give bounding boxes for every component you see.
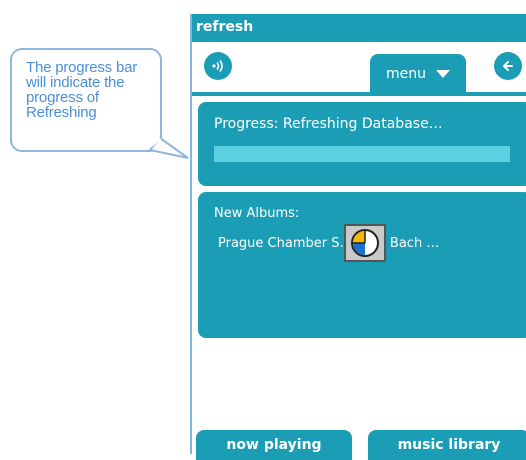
new-albums-panel: New Albums: Prague Chamber S… - J.S. Bac… bbox=[198, 192, 526, 338]
sound-button[interactable] bbox=[204, 52, 232, 80]
busy-clock-icon bbox=[351, 229, 379, 257]
progress-bar bbox=[214, 146, 510, 162]
progress-label: Progress: Refreshing Database… bbox=[214, 116, 443, 132]
music-library-button[interactable]: music library bbox=[368, 430, 526, 460]
menu-label: menu bbox=[386, 66, 426, 82]
app-window: refresh menu Progress: Refreshing Databa… bbox=[190, 14, 526, 460]
albums-heading: New Albums: bbox=[214, 206, 300, 221]
sound-icon bbox=[212, 60, 223, 72]
busy-indicator bbox=[344, 224, 386, 262]
list-item[interactable]: Prague Chamber S… - J.S. Bach … bbox=[218, 236, 439, 251]
callout-pointer bbox=[148, 136, 189, 159]
nav-divider bbox=[192, 92, 526, 96]
nav-bar: menu bbox=[192, 42, 526, 96]
chevron-down-icon bbox=[436, 70, 450, 78]
now-playing-button[interactable]: now playing bbox=[196, 430, 352, 460]
title-bar: refresh bbox=[192, 14, 526, 42]
back-arrow-icon bbox=[503, 61, 513, 71]
menu-button[interactable]: menu bbox=[370, 54, 466, 94]
window-title: refresh bbox=[196, 19, 254, 35]
progress-panel: Progress: Refreshing Database… bbox=[198, 102, 526, 186]
back-button[interactable] bbox=[494, 52, 522, 80]
